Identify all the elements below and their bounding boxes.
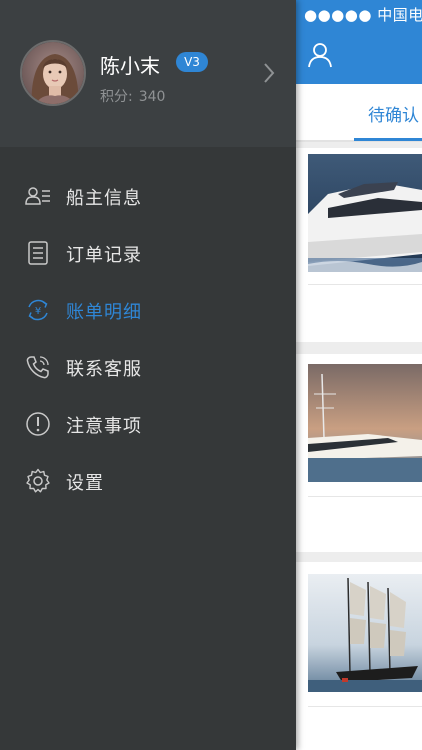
order-card[interactable] bbox=[296, 562, 422, 750]
svg-text:¥: ¥ bbox=[35, 306, 41, 317]
menu-label: 注意事项 bbox=[66, 416, 142, 437]
points-value: 340 bbox=[138, 89, 166, 105]
user-icon[interactable] bbox=[308, 42, 332, 68]
order-card[interactable] bbox=[296, 148, 422, 342]
yacht-image bbox=[308, 154, 422, 272]
menu-label: 联系客服 bbox=[66, 359, 142, 380]
settings-icon bbox=[26, 468, 50, 493]
order-card[interactable] bbox=[296, 354, 422, 552]
order-tabs: 待确认 bbox=[296, 84, 422, 142]
order-record-icon bbox=[28, 241, 48, 265]
level-badge: V3 bbox=[176, 52, 208, 72]
tab-pending[interactable]: 待确认 bbox=[368, 101, 419, 126]
card-divider bbox=[308, 496, 422, 497]
menu-item-bill-detail[interactable]: ¥ 账单明细 bbox=[0, 282, 296, 339]
card-divider bbox=[308, 284, 422, 285]
owner-info-icon bbox=[25, 187, 50, 205]
card-divider bbox=[308, 706, 422, 707]
phone-icon bbox=[26, 356, 49, 379]
menu-item-contact-service[interactable]: 联系客服 bbox=[0, 339, 296, 396]
drawer-menu: 船主信息 订单记录 ¥ 账单明细 联系客服 注意事项 设置 bbox=[0, 168, 296, 510]
avatar[interactable] bbox=[20, 40, 86, 106]
bill-detail-icon: ¥ bbox=[28, 299, 48, 321]
points-label: 积分: bbox=[100, 89, 133, 105]
side-drawer: 陈小末 V3 积分: 340 船主信息 订单记录 ¥ 账单明细 联系客服 注意事… bbox=[0, 0, 296, 750]
tab-indicator bbox=[354, 138, 422, 141]
menu-label: 订单记录 bbox=[66, 245, 142, 266]
profile-header[interactable]: 陈小末 V3 积分: 340 bbox=[0, 0, 296, 147]
main-header: ●●●●● 中国电信 bbox=[296, 0, 422, 84]
menu-item-notice[interactable]: 注意事项 bbox=[0, 396, 296, 453]
carrier-status: ●●●●● 中国电信 bbox=[304, 6, 422, 24]
menu-label: 船主信息 bbox=[66, 188, 142, 209]
menu-label: 账单明细 bbox=[66, 302, 142, 323]
user-name: 陈小末 bbox=[100, 54, 160, 78]
menu-item-settings[interactable]: 设置 bbox=[0, 453, 296, 510]
menu-item-owner-info[interactable]: 船主信息 bbox=[0, 168, 296, 225]
notice-icon bbox=[26, 412, 50, 436]
main-content: ●●●●● 中国电信 待确认 bbox=[296, 0, 422, 750]
yacht-image bbox=[308, 364, 422, 482]
yacht-image bbox=[308, 574, 422, 692]
points-info: 积分: 340 bbox=[100, 86, 165, 106]
chevron-right-icon[interactable] bbox=[262, 62, 276, 84]
menu-label: 设置 bbox=[66, 473, 104, 494]
menu-item-order-record[interactable]: 订单记录 bbox=[0, 225, 296, 282]
